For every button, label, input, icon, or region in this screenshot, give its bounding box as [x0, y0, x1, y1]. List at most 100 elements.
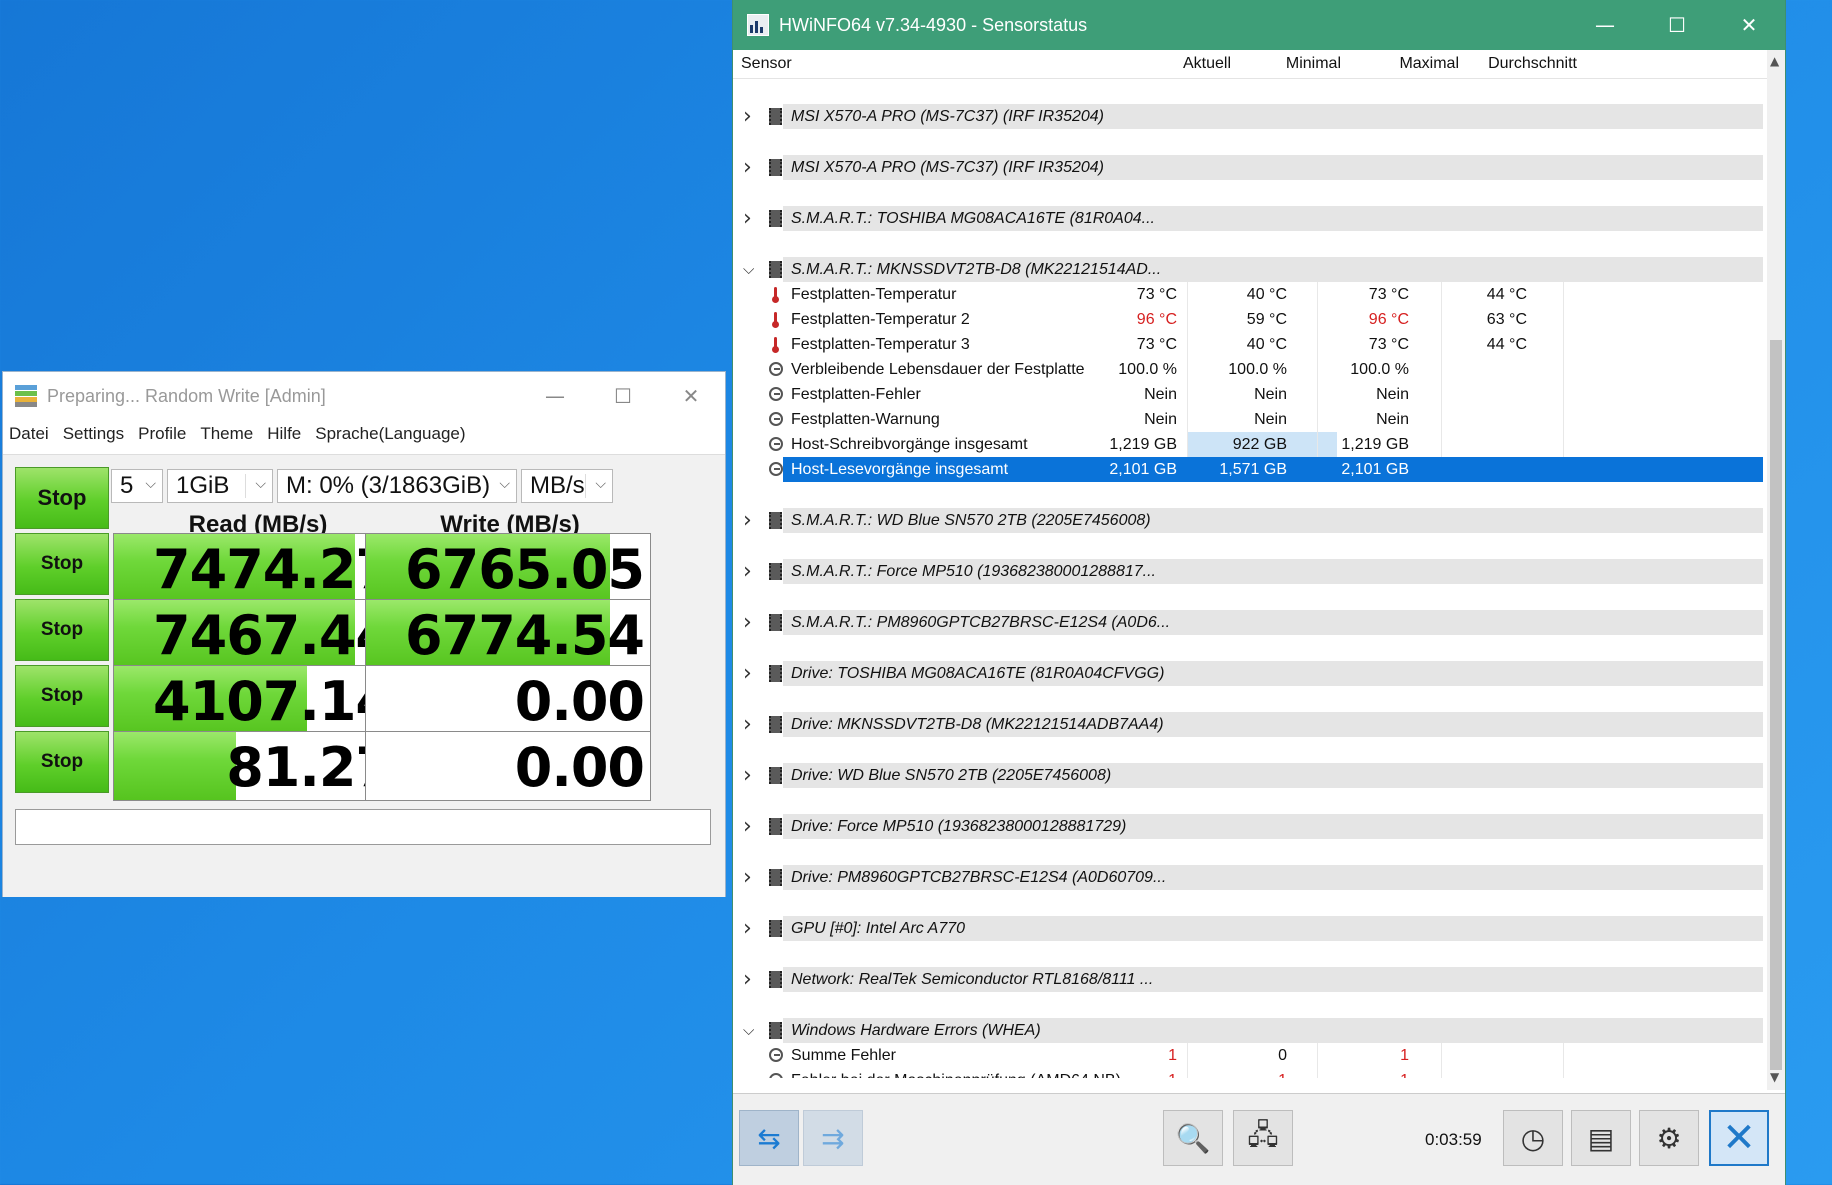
count-select[interactable]: 5 ⌵	[111, 469, 163, 503]
sensor-minimal: 1	[1278, 1068, 1287, 1078]
menu-theme[interactable]: Theme	[200, 424, 253, 444]
layout-collapse-icon[interactable]: ⇉	[803, 1110, 863, 1166]
chip-icon	[769, 563, 782, 580]
layout-left-right-icon[interactable]: ⇆	[739, 1110, 799, 1166]
chevron-right-icon[interactable]: ›	[743, 712, 759, 737]
col-minimal[interactable]: Minimal	[1233, 55, 1341, 73]
sensor-label: Summe Fehler	[791, 1047, 896, 1064]
sensor-maximal: 1	[1400, 1068, 1409, 1078]
col-average[interactable]: Durchschnitt	[1453, 55, 1577, 73]
chevron-right-icon[interactable]: ›	[743, 865, 759, 890]
hw-titlebar[interactable]: HWiNFO64 v7.34-4930 - Sensorstatus — ☐ ✕	[733, 0, 1785, 50]
close-button[interactable]: ✕	[657, 372, 725, 420]
sensor-group[interactable]: › S.M.A.R.T.: WD Blue SN570 2TB (2205E745…	[733, 508, 1767, 533]
col-sensor[interactable]: Sensor	[741, 55, 792, 73]
sensor-group[interactable]: › MSI X570-A PRO (MS-7C37) (IRF IR35204)	[733, 155, 1767, 180]
sensor-group[interactable]: › S.M.A.R.T.: PM8960GPTCB27BRSC-E12S4 (A0…	[733, 610, 1767, 635]
sensor-current: 100.0 %	[1118, 361, 1177, 378]
chevron-right-icon[interactable]: ›	[743, 814, 759, 839]
chevron-right-icon[interactable]: ›	[743, 661, 759, 686]
scroll-thumb[interactable]	[1770, 340, 1782, 1070]
sensor-group[interactable]: › S.M.A.R.T.: TOSHIBA MG08ACA16TE (81R0A0…	[733, 206, 1767, 231]
chip-icon	[769, 108, 782, 125]
sensor-group[interactable]: › Drive: PM8960GPTCB27BRSC-E12S4 (A0D6070…	[733, 865, 1767, 890]
maximize-button[interactable]: ☐	[1641, 0, 1713, 50]
test-stop-button[interactable]: Stop	[15, 731, 109, 793]
clock-reset-icon[interactable]: ◷	[1503, 1110, 1563, 1166]
chevron-right-icon[interactable]: ›	[743, 206, 759, 231]
sensor-row[interactable]: Festplatten-Temperatur 73 °C 40 °C 73 °C 44 …	[733, 282, 1767, 307]
sensor-group[interactable]: › Drive: TOSHIBA MG08ACA16TE (81R0A04CFVG…	[733, 661, 1767, 686]
chevron-right-icon[interactable]: ›	[743, 104, 759, 129]
log-add-icon[interactable]: ▤	[1571, 1110, 1631, 1166]
minimize-button[interactable]: —	[1569, 0, 1641, 50]
menu-settings[interactable]: Settings	[63, 424, 124, 444]
chevron-right-icon[interactable]: ›	[743, 559, 759, 584]
minimize-button[interactable]: —	[521, 372, 589, 420]
close-icon[interactable]: ✕	[1709, 1110, 1769, 1166]
cdm-titlebar[interactable]: Preparing... Random Write [Admin] — ☐ ✕	[3, 372, 725, 420]
sensor-minimal: 0	[1278, 1047, 1287, 1064]
sensor-row[interactable]: Fehler bei der Maschinenprüfung (AMD64 N…	[733, 1068, 1767, 1078]
sensor-group[interactable]: ⌵ Windows Hardware Errors (WHEA)	[733, 1018, 1767, 1043]
sensor-row[interactable]: Festplatten-Temperatur 2 96 °C 59 °C 96 °C 6…	[733, 307, 1767, 332]
sensor-row[interactable]: Festplatten-Fehler Nein Nein Nein	[733, 382, 1767, 407]
sensor-row[interactable]: Host-Schreibvorgänge insgesamt 1,219 GB 92…	[733, 432, 1767, 457]
sensor-row[interactable]: Verbleibende Lebensdauer der Festplatte 1…	[733, 357, 1767, 382]
maximize-button[interactable]: ☐	[589, 372, 657, 420]
sensor-group[interactable]: › S.M.A.R.T.: Force MP510 (19368238000128…	[733, 559, 1767, 584]
thermometer-icon	[769, 312, 783, 328]
sensor-group[interactable]: › Drive: WD Blue SN570 2TB (2205E7456008)	[733, 763, 1767, 788]
menu-file[interactable]: Datei	[9, 424, 49, 444]
sensor-group[interactable]: ⌵ S.M.A.R.T.: MKNSSDVT2TB-D8 (MK22121514A…	[733, 257, 1767, 282]
all-stop-button[interactable]: Stop	[15, 467, 109, 529]
sensor-group[interactable]: › MSI X570-A PRO (MS-7C37) (IRF IR35204)	[733, 104, 1767, 129]
sensor-group[interactable]: › Drive: MKNSSDVT2TB-D8 (MK22121514ADB7AA…	[733, 712, 1767, 737]
group-name: MSI X570-A PRO (MS-7C37) (IRF IR35204)	[791, 159, 1104, 176]
chip-icon	[769, 869, 782, 886]
chevron-down-icon[interactable]: ⌵	[743, 1018, 759, 1043]
drive-select[interactable]: M: 0% (3/1863GiB) ⌵	[277, 469, 517, 503]
col-maximal[interactable]: Maximal	[1333, 55, 1459, 73]
chevron-right-icon[interactable]: ›	[743, 967, 759, 992]
chevron-right-icon[interactable]: ›	[743, 763, 759, 788]
group-name: S.M.A.R.T.: TOSHIBA MG08ACA16TE (81R0A04…	[791, 210, 1155, 227]
menu-language[interactable]: Sprache(Language)	[315, 424, 465, 444]
col-current[interactable]: Aktuell	[1113, 55, 1231, 73]
sensor-maximal: 2,101 GB	[1341, 461, 1409, 478]
sensor-label: Festplatten-Temperatur 2	[791, 311, 970, 328]
chevron-right-icon[interactable]: ›	[743, 155, 759, 180]
menu-help[interactable]: Hilfe	[267, 424, 301, 444]
sensor-group[interactable]: › Network: RealTek Semiconductor RTL8168/…	[733, 967, 1767, 992]
test-stop-button[interactable]: Stop	[15, 599, 109, 661]
test-stop-button[interactable]: Stop	[15, 533, 109, 595]
unit-select[interactable]: MB/s ⌵	[521, 469, 613, 503]
network-icon[interactable]: 🖧	[1233, 1110, 1293, 1166]
chevron-right-icon[interactable]: ›	[743, 916, 759, 941]
sensor-group[interactable]: › Drive: Force MP510 (1936823800012888172…	[733, 814, 1767, 839]
scroll-down-icon[interactable]: ▼	[1770, 1070, 1779, 1084]
menu-profile[interactable]: Profile	[138, 424, 186, 444]
monitor-search-icon[interactable]: 🔍	[1163, 1110, 1223, 1166]
size-select[interactable]: 1GiB ⌵	[167, 469, 273, 503]
sensor-current: 1,219 GB	[1109, 436, 1177, 453]
chevron-down-icon[interactable]: ⌵	[743, 257, 759, 282]
sensor-row[interactable]: Festplatten-Warnung Nein Nein Nein	[733, 407, 1767, 432]
gear-icon[interactable]: ⚙	[1639, 1110, 1699, 1166]
unit-value: MB/s	[530, 472, 585, 499]
chevron-right-icon[interactable]: ›	[743, 508, 759, 533]
test-stop-button[interactable]: Stop	[15, 665, 109, 727]
close-button[interactable]: ✕	[1713, 0, 1785, 50]
scroll-up-icon[interactable]: ▲	[1770, 54, 1779, 68]
sensor-row[interactable]: Host-Lesevorgänge insgesamt 2,101 GB 1,571…	[733, 457, 1767, 482]
sensor-current: 2,101 GB	[1109, 461, 1177, 478]
comment-input[interactable]	[15, 809, 711, 845]
sensor-group[interactable]: › GPU [#0]: Intel Arc A770	[733, 916, 1767, 941]
vertical-scrollbar[interactable]: ▲ ▼	[1767, 50, 1785, 1090]
sensor-label: Festplatten-Fehler	[791, 386, 921, 403]
chevron-right-icon[interactable]: ›	[743, 610, 759, 635]
sensor-row[interactable]: Festplatten-Temperatur 3 73 °C 40 °C 73 °C 4…	[733, 332, 1767, 357]
group-name: Drive: WD Blue SN570 2TB (2205E7456008)	[791, 767, 1112, 784]
sensor-row[interactable]: Summe Fehler 1 0 1	[733, 1043, 1767, 1068]
write-result: 0.00	[365, 665, 651, 735]
